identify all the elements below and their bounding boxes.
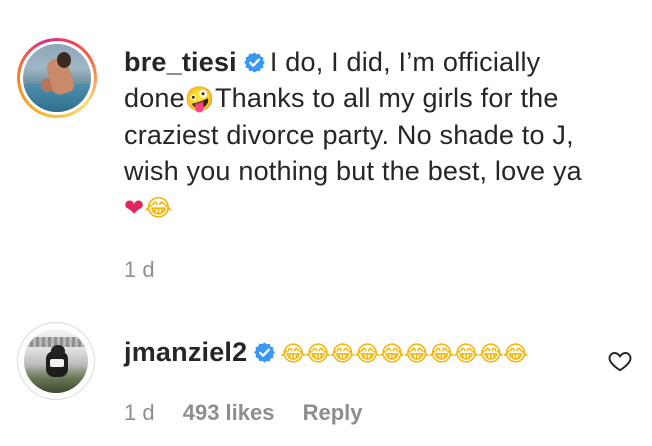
comment-time[interactable]: 1 d bbox=[124, 400, 155, 425]
comment-line-1: I do, I did, I’m officially bbox=[269, 47, 541, 77]
comment-line-2-prefix: done bbox=[124, 83, 185, 113]
username[interactable]: bre_tiesi bbox=[124, 47, 237, 77]
username[interactable]: jmanziel2 bbox=[124, 337, 247, 367]
reply-button[interactable]: Reply bbox=[303, 400, 363, 425]
comment-body: bre_tiesi I do, I did, I’m officially don… bbox=[124, 44, 644, 226]
comment-jmanziel2: jmanziel2 😂😂😂😂😂😂😂😂😂😂 1 d 493 likes Reply bbox=[0, 300, 652, 446]
story-ring-avatar[interactable] bbox=[17, 38, 97, 118]
comment-line-4: wish you nothing but the best, love ya bbox=[124, 156, 582, 186]
comment-time[interactable]: 1 d bbox=[124, 257, 155, 282]
verified-badge-icon bbox=[244, 52, 265, 73]
zany-face-emoji-icon: 🤪 bbox=[184, 85, 215, 113]
heart-outline-icon[interactable] bbox=[607, 348, 633, 374]
verified-badge-icon bbox=[254, 342, 276, 363]
avatar bbox=[23, 44, 91, 112]
comment-line-3: craziest divorce party. No shade to J, bbox=[124, 120, 574, 150]
avatar-wrapper[interactable] bbox=[17, 322, 95, 400]
laughing-emoji-icon: 😂 bbox=[144, 194, 173, 222]
comment-meta: 1 d 493 likes Reply bbox=[124, 400, 385, 426]
comment-line-2: Thanks to all my girls for the bbox=[214, 83, 559, 113]
comment-body: jmanziel2 😂😂😂😂😂😂😂😂😂😂 bbox=[124, 334, 594, 373]
comment-bre-tiesi: bre_tiesi I do, I did, I’m officially don… bbox=[0, 0, 652, 300]
comment-meta: 1 d bbox=[124, 257, 177, 283]
heart-emoji-icon: ❤ bbox=[124, 194, 145, 222]
laughing-emojis: 😂😂😂😂😂😂😂😂😂😂 bbox=[280, 342, 528, 367]
likes-count[interactable]: 493 likes bbox=[183, 400, 275, 425]
avatar bbox=[24, 329, 88, 393]
